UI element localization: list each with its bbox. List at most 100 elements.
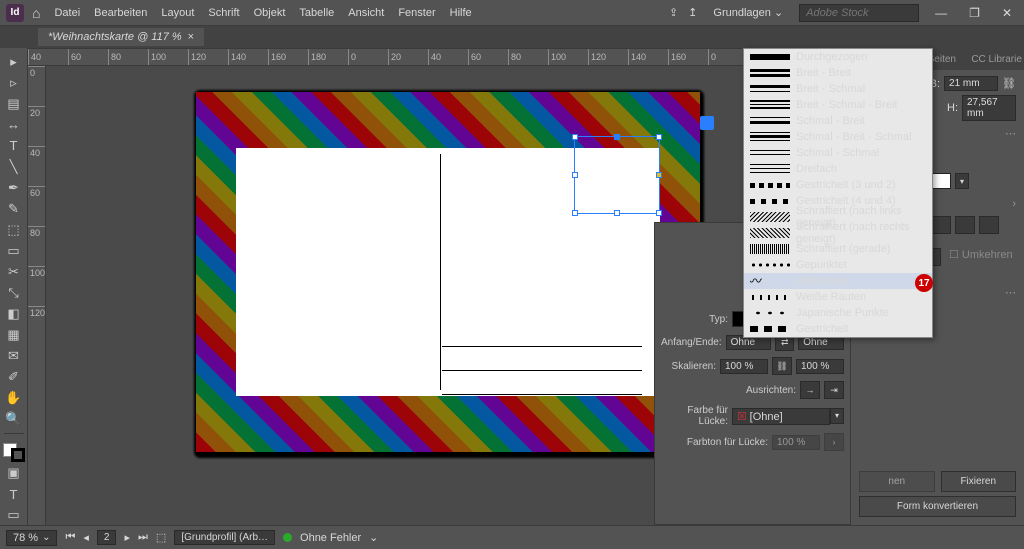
menu-bearbeiten[interactable]: Bearbeiten	[94, 7, 147, 19]
fill-stroke-swatch[interactable]	[3, 443, 25, 462]
preflight-status-icon	[283, 533, 292, 542]
tab-cc-libraries[interactable]: CC Librarie	[969, 48, 1024, 70]
stroke-type-menu[interactable]: DurchgezogenBreit - Breit Breit - Schmal B…	[743, 48, 933, 338]
tool-format-text[interactable]: T	[2, 485, 26, 504]
preflight-profile-icon[interactable]: ⬚	[156, 531, 166, 544]
menu-layout[interactable]: Layout	[161, 7, 194, 19]
tool-format-container[interactable]: ▣	[2, 464, 26, 483]
tool-gradient-feather[interactable]: ▦	[2, 325, 26, 344]
scale-link-icon[interactable]: ⛓	[772, 357, 792, 375]
menu-tabelle[interactable]: Tabelle	[299, 7, 334, 19]
stroke-preview-icon	[750, 68, 790, 78]
page-first-icon[interactable]: ⏮	[65, 531, 75, 544]
stroke-type-option[interactable]: Schmal - Breit - Schmal	[744, 129, 932, 145]
tool-pen[interactable]: ✒	[2, 178, 26, 197]
align-bottom-btn[interactable]	[979, 216, 999, 234]
scale-start-field[interactable]: 100 %	[720, 359, 768, 374]
stroke-type-option[interactable]: Dreifach	[744, 161, 932, 177]
menu-objekt[interactable]: Objekt	[254, 7, 286, 19]
form-konvertieren-button[interactable]: Form konvertieren	[859, 496, 1016, 517]
stroke-type-option[interactable]: Gestrichelt	[744, 321, 932, 337]
window-close-icon[interactable]: ✕	[996, 6, 1018, 20]
stroke-type-option[interactable]: Japanische Punkte	[744, 305, 932, 321]
preflight-profile[interactable]: [Grundprofil] (Arb…	[174, 530, 275, 545]
preflight-status-text[interactable]: Ohne Fehler	[300, 532, 361, 544]
stroke-type-label: Wellenlinie	[796, 275, 849, 287]
stroke-type-label: Schraffiert (gerade)	[796, 243, 891, 255]
tool-selection[interactable]: ▸	[2, 52, 26, 71]
page-next-icon[interactable]: ▸	[124, 531, 130, 544]
stroke-type-option[interactable]: Breit - Breit	[744, 65, 932, 81]
scale-end-field[interactable]: 100 %	[796, 359, 844, 374]
document-tab[interactable]: *Weihnachtskarte @ 117 % ×	[38, 28, 204, 46]
stroke-type-option[interactable]: Weiße Rauten	[744, 289, 932, 305]
menu-ansicht[interactable]: Ansicht	[348, 7, 384, 19]
menu-schrift[interactable]: Schrift	[208, 7, 239, 19]
nen-button[interactable]: nen	[859, 471, 935, 492]
stroke-preview-icon	[750, 212, 790, 222]
fixieren-button[interactable]: Fixieren	[941, 471, 1017, 492]
page-number-field[interactable]: 2	[97, 530, 117, 545]
tool-hand[interactable]: ✋	[2, 388, 26, 407]
stroke-type-option[interactable]: Schraffiert (nach rechts geneigt)	[744, 225, 932, 241]
tool-screen-mode[interactable]: ▭	[2, 506, 26, 525]
window-restore-icon[interactable]: ❐	[963, 6, 986, 20]
stroke-preview-icon	[750, 292, 790, 302]
stroke-type-option[interactable]: Gestrichelt (3 und 2)	[744, 177, 932, 193]
tool-eyedropper[interactable]: ✐	[2, 367, 26, 386]
share-icon[interactable]: ⇪	[669, 6, 678, 19]
home-icon[interactable]: ⌂	[32, 5, 40, 21]
window-minimize-icon[interactable]: —	[929, 6, 953, 20]
menu-datei[interactable]: Datei	[54, 7, 80, 19]
gap-color-select[interactable]: ☒ [Ohne]▾	[732, 408, 844, 425]
tool-line[interactable]: ╲	[2, 157, 26, 176]
tool-free-transform[interactable]: ⤡	[2, 283, 26, 302]
align-arrow-outside[interactable]: →	[800, 381, 820, 399]
page-prev-icon[interactable]: ◂	[83, 531, 89, 544]
tool-rectangle-frame[interactable]: ⬚	[2, 220, 26, 239]
stroke-type-label: Schmal - Breit - Schmal	[796, 131, 912, 143]
stroke-preview-icon	[750, 84, 790, 94]
tool-type[interactable]: T	[2, 136, 26, 155]
menu-hilfe[interactable]: Hilfe	[450, 7, 472, 19]
tool-note[interactable]: ✉	[2, 346, 26, 365]
stroke-type-option[interactable]: Gepunktet	[744, 257, 932, 273]
publish-icon[interactable]: ↥	[688, 6, 697, 19]
stroke-type-option[interactable]: Schmal - Breit	[744, 113, 932, 129]
stroke-type-option[interactable]: Breit - Schmal	[744, 81, 932, 97]
page-last-icon[interactable]: ⏭	[138, 531, 148, 544]
align-top-btn[interactable]	[931, 216, 951, 234]
tool-page[interactable]: ▤	[2, 94, 26, 113]
width-field[interactable]: 21 mm	[944, 76, 998, 91]
tool-gap[interactable]: ↔	[2, 115, 26, 134]
tab-close-icon[interactable]: ×	[188, 31, 194, 43]
menu-fenster[interactable]: Fenster	[398, 7, 435, 19]
align-middle-btn[interactable]	[955, 216, 975, 234]
stroke-type-label: Breit - Schmal	[796, 83, 865, 95]
link-badge-icon[interactable]	[700, 116, 714, 130]
tool-pencil[interactable]: ✎	[2, 199, 26, 218]
tool-gradient-swatch[interactable]: ◧	[2, 304, 26, 323]
tool-rectangle[interactable]: ▭	[2, 241, 26, 260]
link-wh-icon[interactable]: ⛓	[1002, 77, 1016, 90]
zoom-field[interactable]: 78 % ⌄	[6, 530, 57, 546]
stroke-type-label: Gestrichelt (3 und 2)	[796, 179, 896, 191]
stroke-preview-icon	[750, 116, 790, 126]
selected-stamp-frame[interactable]	[574, 136, 660, 214]
stroke-type-option[interactable]: Wellenlinie	[744, 273, 932, 289]
stroke-type-option[interactable]: Durchgezogen	[744, 49, 932, 65]
height-field[interactable]: 27,567 mm	[962, 95, 1016, 121]
document-page[interactable]	[196, 92, 700, 452]
tool-zoom[interactable]: 🔍	[2, 409, 26, 428]
stroke-swatch-dd[interactable]: ▾	[955, 173, 969, 189]
stock-search-input[interactable]	[799, 4, 919, 22]
tool-scissors[interactable]: ✂	[2, 262, 26, 281]
stroke-preview-icon	[750, 100, 790, 110]
workspace-dropdown[interactable]: Grundlagen ⌄	[707, 4, 789, 21]
stroke-preview-icon	[750, 148, 790, 158]
stroke-type-option[interactable]: Schmal - Schmal	[744, 145, 932, 161]
tool-direct-selection[interactable]: ▹	[2, 73, 26, 92]
align-arrow-inside[interactable]: ⇥	[824, 381, 844, 399]
stroke-type-label: Weiße Rauten	[796, 291, 866, 303]
stroke-type-option[interactable]: Breit - Schmal - Breit	[744, 97, 932, 113]
